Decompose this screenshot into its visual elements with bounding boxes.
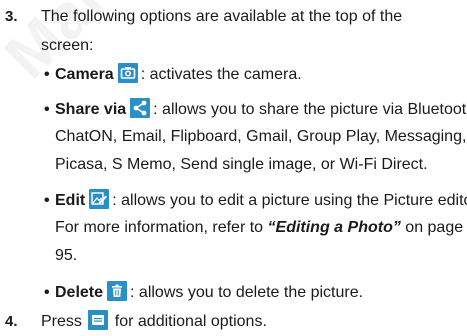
- step-number: 4.: [5, 313, 18, 330]
- option-title: Delete: [55, 284, 104, 301]
- manual-page: Manual Use 3. The following options are …: [0, 0, 467, 336]
- edit-icon: [89, 189, 110, 209]
- option-desc-pre: For more information, refer to: [55, 219, 268, 236]
- option-desc-post: on page: [400, 219, 464, 236]
- camera-icon: [117, 63, 138, 83]
- page-number: 95.: [55, 247, 78, 264]
- step-text-line1: The following options are available at t…: [41, 8, 403, 25]
- option-title: Camera: [55, 66, 114, 83]
- option-title: Edit: [55, 192, 86, 209]
- share-icon: [130, 98, 151, 118]
- option-desc-line2: ChatON, Email, Flipboard, Gmail, Group P…: [55, 128, 467, 145]
- bullet-dot: •: [44, 101, 50, 118]
- option-desc: : allows you to delete the picture.: [130, 284, 364, 301]
- menu-icon: [88, 310, 109, 330]
- option-desc: : activates the camera.: [140, 66, 302, 83]
- step-text-pre: Press: [41, 313, 87, 330]
- option-desc-line3: Picasa, S Memo, Send single image, or Wi…: [55, 156, 428, 173]
- step-text-line2: screen:: [41, 37, 94, 54]
- step-text-post: for additional options.: [110, 313, 267, 330]
- bullet-dot: •: [44, 66, 50, 83]
- option-desc: : allows you to share the picture via Bl…: [153, 101, 467, 118]
- option-title: Share via: [55, 101, 127, 118]
- trash-icon: [107, 281, 128, 301]
- step-number: 3.: [5, 8, 18, 25]
- bullet-dot: •: [44, 192, 50, 209]
- bullet-dot: •: [44, 284, 50, 301]
- cross-reference-link[interactable]: “Editing a Photo”: [268, 219, 401, 236]
- option-desc: : allows you to edit a picture using the…: [112, 192, 467, 209]
